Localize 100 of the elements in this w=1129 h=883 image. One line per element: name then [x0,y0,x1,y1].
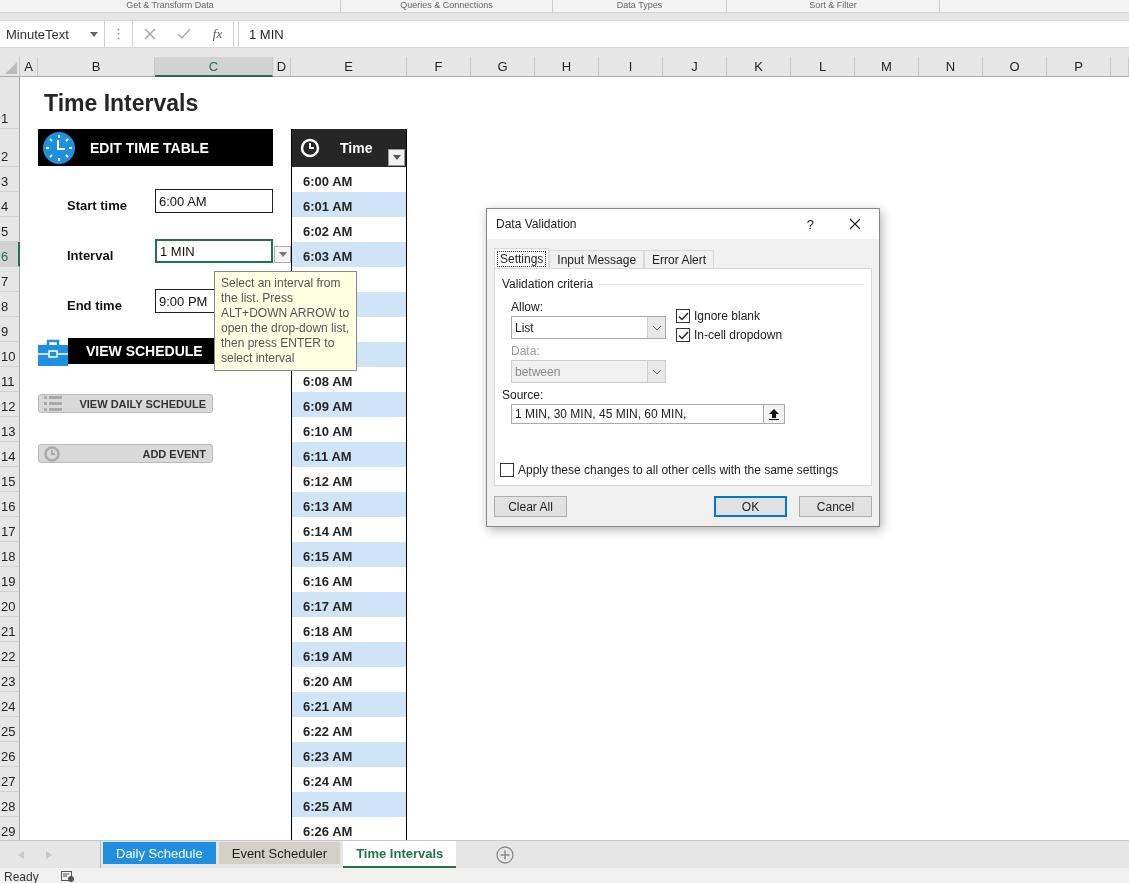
clock-icon [44,445,60,462]
row-header[interactable]: 16 [0,492,20,517]
row-header[interactable]: 14 [0,442,20,467]
field-label: Start time [66,198,128,215]
insert-function-button[interactable]: fx [212,26,223,42]
row-header[interactable]: 29 [0,817,20,840]
dialog-tab[interactable]: Input Message [549,250,645,268]
close-icon[interactable] [849,218,861,230]
source-field[interactable]: 1 MIN, 30 MIN, 45 MIN, 60 MIN, [511,404,764,424]
ribbon-group-label: Sort & Filter [727,0,940,12]
formula-field[interactable]: 1 MIN [238,21,1129,47]
sheet-button[interactable]: ADD EVENT [38,444,213,463]
source-label: Source: [502,388,545,402]
row-header[interactable]: 11 [0,367,20,392]
dialog-button[interactable]: Cancel [799,496,872,517]
checkbox-label: In-cell dropdown [694,328,783,342]
time-cell: 6:15 AM [291,542,407,567]
filter-dropdown-button[interactable] [388,149,405,166]
row-header[interactable]: 17 [0,517,20,542]
row-header[interactable]: 21 [0,617,20,642]
column-header[interactable]: A [20,57,38,77]
status-text: Ready [4,870,39,883]
edit-time-table-button[interactable]: EDIT TIME TABLE [38,129,273,166]
row-header[interactable]: 8 [0,292,20,317]
name-box[interactable]: MinuteText [0,21,105,47]
toolbox-icon [38,338,68,366]
column-header[interactable]: I [599,57,663,77]
column-header[interactable]: F [407,57,471,77]
allow-dropdown[interactable]: List [511,316,666,339]
row-header[interactable]: 12 [0,392,20,417]
time-cell: 6:19 AM [291,642,407,667]
field-label: End time [66,298,123,315]
checkbox-label: Apply these changes to all other cells with the same settings [518,463,839,477]
checkbox[interactable] [676,309,690,323]
checkbox[interactable] [676,328,690,342]
column-header[interactable]: B [38,57,155,77]
sheet-tab[interactable]: Event Scheduler [218,842,341,864]
row-header[interactable]: 5 [0,217,20,242]
row-header[interactable]: 27 [0,767,20,792]
row-header[interactable]: 23 [0,667,20,692]
column-header[interactable]: O [983,57,1047,77]
checkbox[interactable] [500,463,514,477]
dialog-tab[interactable]: Settings [494,248,550,268]
data-label: Data: [511,344,541,358]
dialog-tab[interactable]: Error Alert [644,250,715,268]
row-header[interactable]: 3 [0,167,20,192]
row-header[interactable]: 10 [0,342,20,367]
sheet-button[interactable]: VIEW DAILY SCHEDULE [38,394,213,413]
row-header[interactable]: 9 [0,317,20,342]
time-cell: 6:23 AM [291,742,407,767]
time-cell: 6:17 AM [291,592,407,617]
caret-icon [90,31,98,37]
column-header[interactable]: N [919,57,983,77]
add-sheet-icon[interactable] [496,845,515,864]
check-icon[interactable] [177,28,192,40]
field-label: Interval [66,248,115,265]
row-header[interactable]: 7 [0,267,20,292]
cancel-icon[interactable] [143,28,156,40]
row-header[interactable]: 26 [0,742,20,767]
row-header[interactable]: 19 [0,567,20,592]
time-header-label: Time [340,140,373,156]
sheet-title: Time Intervals [43,89,200,117]
column-header[interactable]: J [663,57,727,77]
column-header[interactable]: K [727,57,791,77]
row-header[interactable]: 1 [0,77,20,129]
row-header[interactable]: 15 [0,467,20,492]
row-header[interactable]: 18 [0,542,20,567]
column-header[interactable]: L [791,57,855,77]
column-header[interactable]: E [291,57,407,77]
row-header[interactable]: 20 [0,592,20,617]
column-header[interactable]: G [471,57,535,77]
chevron-down-icon [651,368,662,375]
dropdown-button[interactable] [274,246,291,263]
column-header[interactable]: D [273,57,291,77]
row-header[interactable]: 28 [0,792,20,817]
column-header[interactable]: P [1047,57,1111,77]
sheet-tab[interactable]: Time Intervals [343,841,457,868]
column-header[interactable]: M [855,57,919,77]
column-header[interactable]: H [535,57,599,77]
row-header[interactable]: 24 [0,692,20,717]
row-header[interactable]: 6 [0,242,20,267]
time-cell: 6:13 AM [291,492,407,517]
collapse-dialog-button[interactable] [764,404,785,424]
time-cell: 6:21 AM [291,692,407,717]
row-header[interactable]: 4 [0,192,20,217]
dialog-button[interactable]: Clear All [494,496,567,517]
grip-icon [117,28,120,40]
help-button[interactable]: ? [806,216,814,232]
row-header[interactable]: 22 [0,642,20,667]
time-input-cell[interactable]: 6:00 AM [155,189,273,213]
ribbon-group-label: Data Types [553,0,727,12]
ribbon-group-label: Get & Transform Data [0,0,341,12]
row-header[interactable]: 25 [0,717,20,742]
time-input-cell[interactable]: 1 MIN [155,239,273,263]
row-header[interactable]: 2 [0,129,20,167]
column-header[interactable]: C [155,57,273,77]
macro-record-icon[interactable] [60,871,75,883]
dialog-button[interactable]: OK [714,496,787,517]
row-header[interactable]: 13 [0,417,20,442]
time-cell: 6:11 AM [291,442,407,467]
